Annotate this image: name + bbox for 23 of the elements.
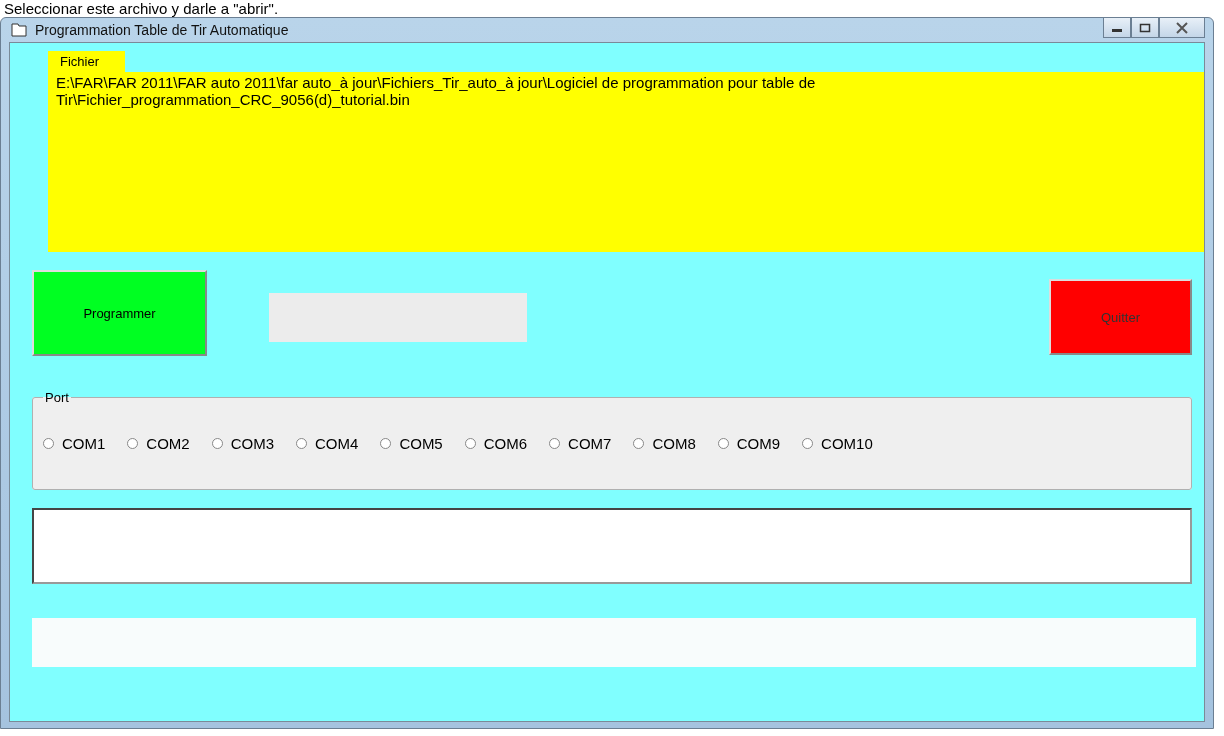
close-button[interactable] <box>1159 18 1205 38</box>
com-port-radio[interactable]: COM4 <box>296 435 359 452</box>
com-port-radio[interactable]: COM7 <box>549 435 612 452</box>
port-group-label: Port <box>44 390 70 405</box>
com-port-radio[interactable]: COM9 <box>717 435 781 452</box>
com-port-radio[interactable]: COM2 <box>127 435 190 452</box>
program-button[interactable]: Programmer <box>32 270 207 356</box>
com-port-radio[interactable]: COM1 <box>43 435 106 452</box>
com-port-radio[interactable]: COM3 <box>211 435 275 452</box>
minimize-button[interactable] <box>1103 18 1131 38</box>
minimize-icon <box>1112 28 1122 32</box>
file-label: Fichier <box>48 51 125 72</box>
com-port-radio[interactable]: COM10 <box>802 435 873 452</box>
caption-text: Seleccionar este archivo y darle a "abrir". <box>3 0 280 17</box>
close-icon <box>1175 21 1189 34</box>
com-port-radio[interactable]: COM8 <box>633 435 696 452</box>
com-port-radio[interactable]: COM5 <box>380 435 443 452</box>
file-path-text: E:\FAR\FAR 2011\FAR auto 2011\far auto_à jour\Fichiers_Tir_auto_à jour\Logiciel de programmation pour table de Tir\Fichier_programmation_CRC_9056(d)_tutorial.bin <box>56 74 816 108</box>
maximize-button[interactable] <box>1131 18 1159 38</box>
window-title: Programmation Table de Tir Automatique <box>35 22 289 38</box>
window-icon <box>11 23 27 37</box>
maximize-icon <box>1139 22 1151 33</box>
com-port-radio[interactable]: COM6 <box>464 435 528 452</box>
